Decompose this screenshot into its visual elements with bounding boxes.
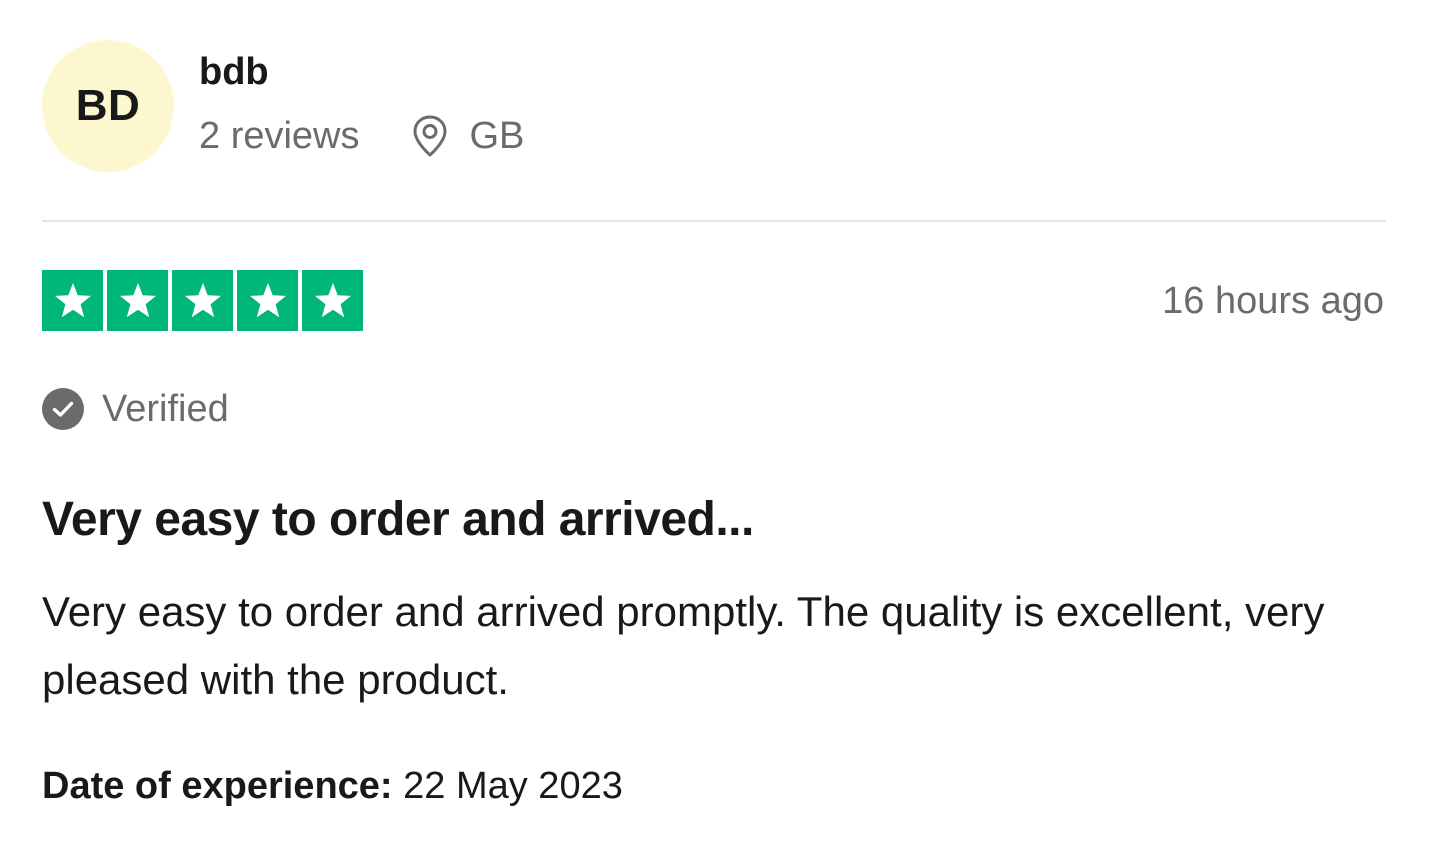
consumer-meta: 2 reviews GB — [199, 114, 524, 158]
location-pin-icon — [410, 114, 450, 158]
consumer-country: GB — [469, 115, 525, 157]
verified-badge[interactable]: Verified — [42, 385, 229, 433]
check-circle-icon — [42, 388, 84, 430]
experience-date: 22 May 2023 — [403, 765, 623, 807]
avatar-initials: BD — [75, 81, 141, 130]
verified-label: Verified — [102, 388, 229, 430]
star-icon — [302, 270, 363, 331]
star-icon — [237, 270, 298, 331]
review-text: Very easy to order and arrived promptly.… — [42, 588, 1325, 703]
rating-row: 16 hours ago — [42, 270, 1386, 332]
star-icon — [42, 270, 103, 331]
divider — [42, 220, 1386, 222]
consumer-profile[interactable]: BD bdb 2 reviews GB — [42, 40, 524, 172]
experience-label: Date of experience: — [42, 765, 393, 807]
consumer-name[interactable]: bdb — [199, 50, 524, 94]
review-card: BD bdb 2 reviews GB 16 hours ago Verifie… — [42, 0, 1386, 858]
avatar[interactable]: BD — [42, 40, 174, 172]
review-count: 2 reviews — [199, 115, 360, 157]
star-icon — [172, 270, 233, 331]
star-icon — [107, 270, 168, 331]
date-of-experience: Date of experience: 22 May 2023 — [42, 762, 623, 810]
review-title[interactable]: Very easy to order and arrived... — [42, 490, 754, 550]
consumer-info: bdb 2 reviews GB — [199, 40, 524, 158]
review-date: 16 hours ago — [1162, 280, 1384, 322]
